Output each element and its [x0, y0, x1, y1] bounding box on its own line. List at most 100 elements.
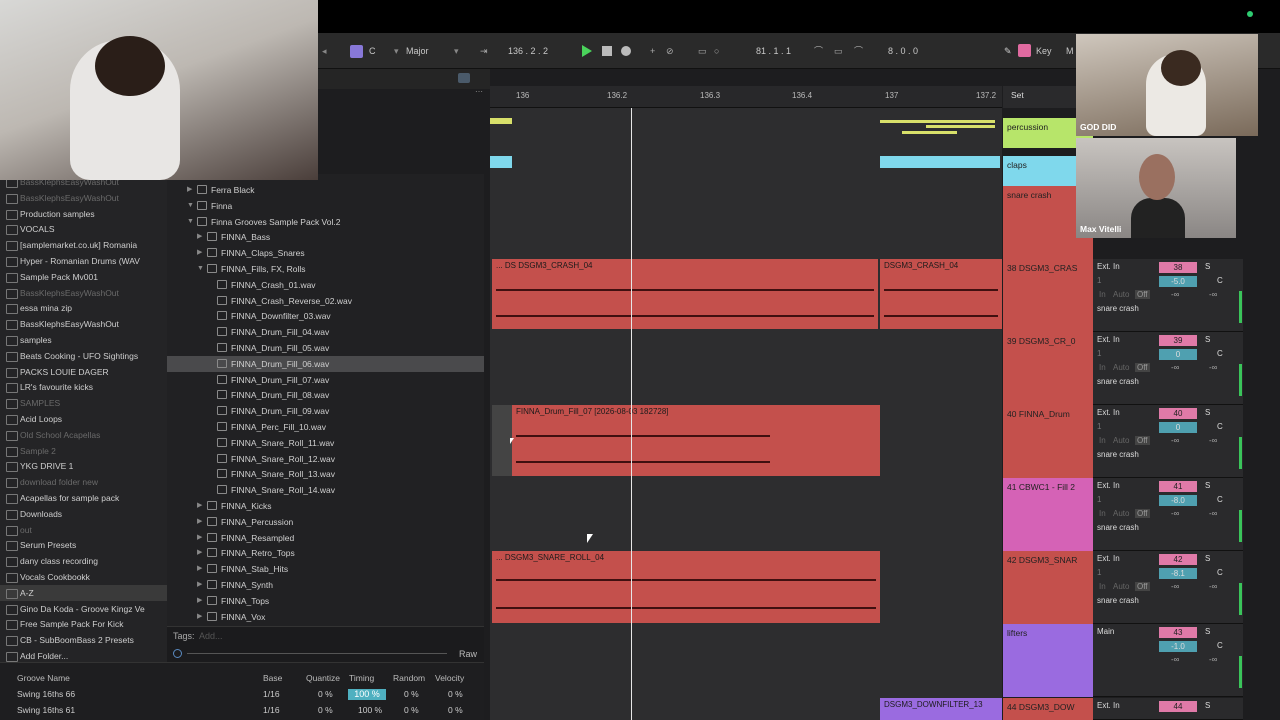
solo-button[interactable]: S	[1205, 481, 1210, 490]
track-header[interactable]: 40 FINNA_Drum	[1003, 405, 1093, 478]
track-number-button[interactable]: 41	[1159, 481, 1197, 492]
sidebar-place-item[interactable]: samples	[0, 332, 167, 348]
volume-value[interactable]: 0	[1159, 422, 1197, 433]
song-position[interactable]: 136 . 2 . 2	[508, 33, 548, 69]
sidebar-place-item[interactable]: BassKlephsEasyWashOut	[0, 285, 167, 301]
claps-clip[interactable]	[880, 156, 1000, 168]
file-item[interactable]: FINNA_Crash_Reverse_02.wav	[217, 293, 352, 309]
sidebar-place-item[interactable]: A-Z	[0, 584, 167, 601]
send-value[interactable]: -∞	[1209, 436, 1217, 445]
sidebar-place-item[interactable]: LR's favourite kicks	[0, 379, 167, 395]
folder-item[interactable]: ▼ Finna	[187, 198, 232, 214]
folder-item[interactable]: ▼ FINNA_Fills, FX, Rolls	[197, 261, 306, 277]
track-number-button[interactable]: 38	[1159, 262, 1197, 273]
monitor-auto[interactable]: Auto	[1113, 363, 1129, 372]
track-header[interactable]: 38 DSGM3_CRAS	[1003, 259, 1093, 332]
send-value[interactable]: -∞	[1209, 509, 1217, 518]
solo-button[interactable]: S	[1205, 701, 1210, 710]
monitor-auto[interactable]: Auto	[1113, 582, 1129, 591]
monitor-auto[interactable]: Auto	[1113, 509, 1129, 518]
midi-map-label[interactable]: M	[1066, 33, 1074, 69]
menu-icon[interactable]: ⋯	[475, 87, 483, 96]
track-number-button[interactable]: 39	[1159, 335, 1197, 346]
chevron-right-icon[interactable]: ▶	[197, 577, 202, 593]
input-type-select[interactable]: Main	[1097, 627, 1114, 636]
monitor-in[interactable]: In	[1099, 509, 1106, 518]
file-item[interactable]: FINNA_Perc_Fill_10.wav	[217, 419, 326, 435]
input-channel[interactable]: 1	[1097, 276, 1101, 285]
pan-value[interactable]: C	[1217, 422, 1223, 431]
folder-item[interactable]: ▶ FINNA_Synth	[197, 577, 273, 593]
send-value[interactable]: -∞	[1171, 582, 1179, 591]
audio-clip[interactable]: FINNA_Drum_Fill_07 [2026-08-03 182728]	[512, 405, 880, 476]
folder-item[interactable]: ▶ FINNA_Claps_Snares	[197, 245, 305, 261]
groove-quantize[interactable]: 0 %	[318, 705, 333, 715]
draw-mode-icon[interactable]: ✎	[1004, 33, 1012, 69]
sidebar-place-item[interactable]: essa mina zip	[0, 300, 167, 316]
chevron-down-icon[interactable]: ▼	[197, 261, 204, 277]
input-type-select[interactable]: Ext. In	[1097, 554, 1120, 563]
tags-add[interactable]: Add...	[199, 631, 223, 641]
solo-button[interactable]: S	[1205, 554, 1210, 563]
output-routing-select[interactable]: snare crash	[1097, 304, 1139, 313]
sidebar-place-item[interactable]: Acid Loops	[0, 411, 167, 427]
stop-button[interactable]	[602, 46, 612, 56]
follow-icon[interactable]: ⇥	[480, 33, 488, 69]
output-routing-select[interactable]: snare crash	[1097, 596, 1139, 605]
preview-icon[interactable]	[173, 649, 182, 658]
sidebar-place-item[interactable]: BassKlephsEasyWashOut	[0, 190, 167, 206]
input-type-select[interactable]: Ext. In	[1097, 701, 1120, 710]
groove-name[interactable]: Swing 16ths 61	[17, 705, 75, 715]
volume-value[interactable]: -8.0	[1159, 495, 1197, 506]
chevron-right-icon[interactable]: ▶	[197, 530, 202, 546]
play-button[interactable]	[582, 45, 592, 57]
chevron-down-icon[interactable]: ▼	[187, 198, 194, 214]
sidebar-place-item[interactable]: Production samples	[0, 206, 167, 222]
audio-clip[interactable]: ... DSGM3_SNARE_ROLL_04	[492, 551, 880, 623]
file-item[interactable]: FINNA_Drum_Fill_06.wav	[167, 355, 484, 372]
monitor-off[interactable]: Off	[1135, 436, 1150, 445]
audio-clip[interactable]: DSGM3_CRASH_04	[880, 259, 1002, 329]
monitor-auto[interactable]: Auto	[1113, 290, 1129, 299]
monitor-off[interactable]: Off	[1135, 290, 1150, 299]
audio-clip[interactable]: ... DS DSGM3_CRASH_04	[492, 259, 878, 329]
monitor-in[interactable]: In	[1099, 363, 1106, 372]
volume-value[interactable]: -8.1	[1159, 568, 1197, 579]
folder-item[interactable]: ▶ Ferra Black	[187, 182, 254, 198]
send-value[interactable]: -∞	[1209, 290, 1217, 299]
percussion-midi-clip[interactable]	[490, 118, 512, 124]
sidebar-place-item[interactable]: Vocals Cookbookk	[0, 569, 167, 585]
monitor-in[interactable]: In	[1099, 436, 1106, 445]
input-type-select[interactable]: Ext. In	[1097, 335, 1120, 344]
send-value[interactable]: -∞	[1209, 582, 1217, 591]
chevron-right-icon[interactable]: ▶	[197, 609, 202, 625]
folder-item[interactable]: ▶ FINNA_Stab_Hits	[197, 561, 288, 577]
chevron-right-icon[interactable]: ▶	[197, 593, 202, 609]
timeline-ruler[interactable]: 136 136.2 136.3 136.4 137 137.2	[490, 86, 1002, 108]
sidebar-place-item[interactable]: Downloads	[0, 506, 167, 522]
pan-value[interactable]: C	[1217, 276, 1223, 285]
chevron-right-icon[interactable]: ▶	[197, 498, 202, 514]
punch-in-icon[interactable]: ⌒	[814, 33, 823, 69]
percussion-midi-clip[interactable]	[880, 118, 995, 138]
input-type-select[interactable]: Ext. In	[1097, 481, 1120, 490]
loop-switch-icon[interactable]: ▭	[834, 33, 843, 69]
key-map-label[interactable]: Key	[1036, 33, 1052, 69]
input-type-select[interactable]: Ext. In	[1097, 408, 1120, 417]
chevron-right-icon[interactable]: ▶	[197, 545, 202, 561]
groove-base[interactable]: 1/16	[263, 705, 280, 715]
send-value[interactable]: -∞	[1209, 655, 1217, 664]
chevron-right-icon[interactable]: ▶	[197, 245, 202, 261]
sidebar-place-item[interactable]: Sample Pack Mv001	[0, 269, 167, 285]
chevron-right-icon[interactable]: ▶	[197, 561, 202, 577]
back-arrow-icon[interactable]: ◂	[322, 33, 327, 69]
sidebar-place-item[interactable]: Gino Da Koda - Groove Kingz Ve	[0, 601, 167, 617]
file-item[interactable]: FINNA_Drum_Fill_07.wav	[217, 372, 329, 388]
sidebar-place-item[interactable]: PACKS LOUIE DAGER	[0, 364, 167, 380]
groove-random[interactable]: 0 %	[404, 705, 419, 715]
folder-item[interactable]: ▶ FINNA_Tops	[197, 593, 269, 609]
track-number-button[interactable]: 43	[1159, 627, 1197, 638]
pan-value[interactable]: C	[1217, 349, 1223, 358]
track-header[interactable]: 41 CBWC1 - Fill 2	[1003, 478, 1093, 551]
sidebar-place-item[interactable]: VOCALS	[0, 221, 167, 237]
